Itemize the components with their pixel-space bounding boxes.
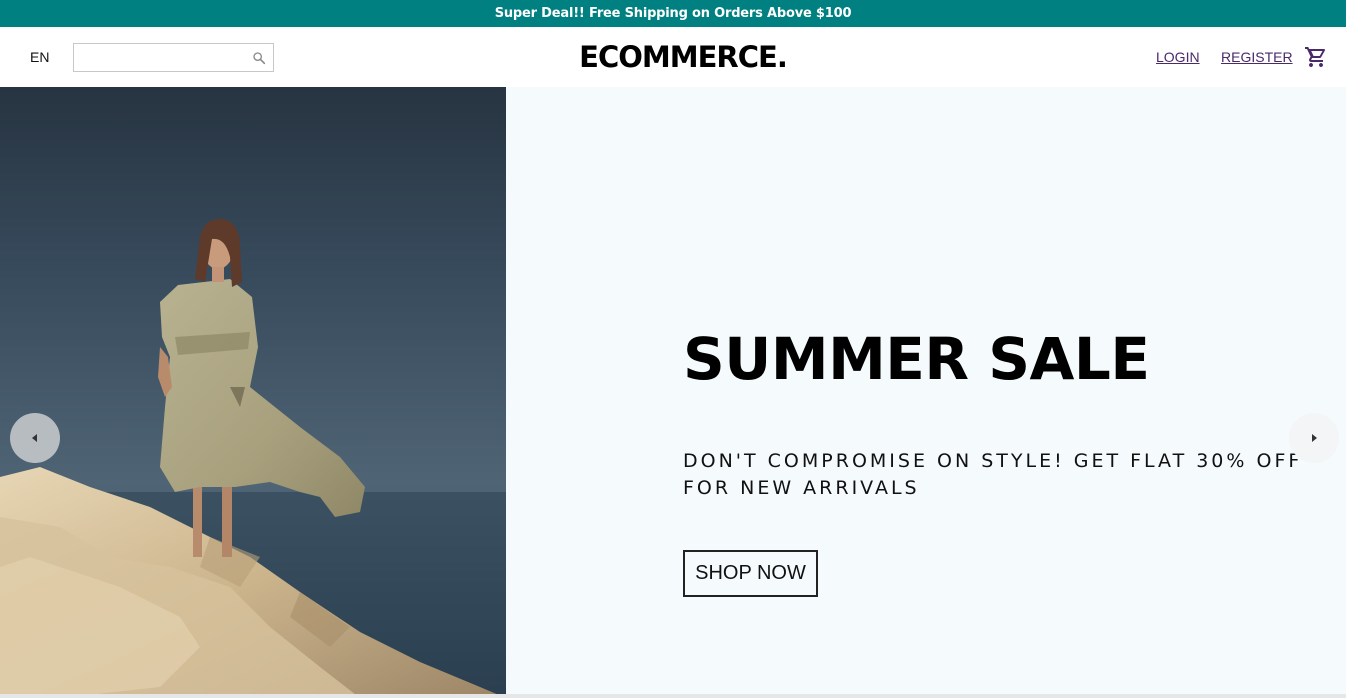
- register-link[interactable]: REGISTER: [1221, 49, 1293, 65]
- shop-now-button[interactable]: SHOP NOW: [683, 550, 818, 597]
- arrow-left-icon: [32, 434, 37, 442]
- search-container: [73, 43, 274, 72]
- arrow-right-icon: [1312, 434, 1317, 442]
- slider-next-button[interactable]: [1289, 413, 1339, 463]
- announcement-text: Super Deal!! Free Shipping on Orders Abo…: [494, 6, 852, 21]
- hero-info: SUMMER SALE DON'T COMPROMISE ON STYLE! G…: [683, 87, 1323, 698]
- navbar: EN ECOMMERCE. LOGIN REGISTER: [0, 27, 1346, 87]
- search-input[interactable]: [78, 47, 248, 68]
- hero-slider: SUMMER SALE DON'T COMPROMISE ON STYLE! G…: [0, 87, 1346, 698]
- login-link[interactable]: LOGIN: [1156, 49, 1200, 65]
- announcement-bar: Super Deal!! Free Shipping on Orders Abo…: [0, 0, 1346, 27]
- hero-description: DON'T COMPROMISE ON STYLE! GET FLAT 30% …: [683, 450, 1303, 499]
- language-selector[interactable]: EN: [30, 49, 49, 65]
- hero-image: [0, 87, 506, 698]
- slider-prev-button[interactable]: [10, 413, 60, 463]
- hero-title: SUMMER SALE: [683, 325, 1150, 393]
- page-scroll-divider: [0, 694, 1346, 698]
- shopping-cart-icon[interactable]: [1304, 45, 1328, 69]
- search-icon[interactable]: [251, 50, 267, 66]
